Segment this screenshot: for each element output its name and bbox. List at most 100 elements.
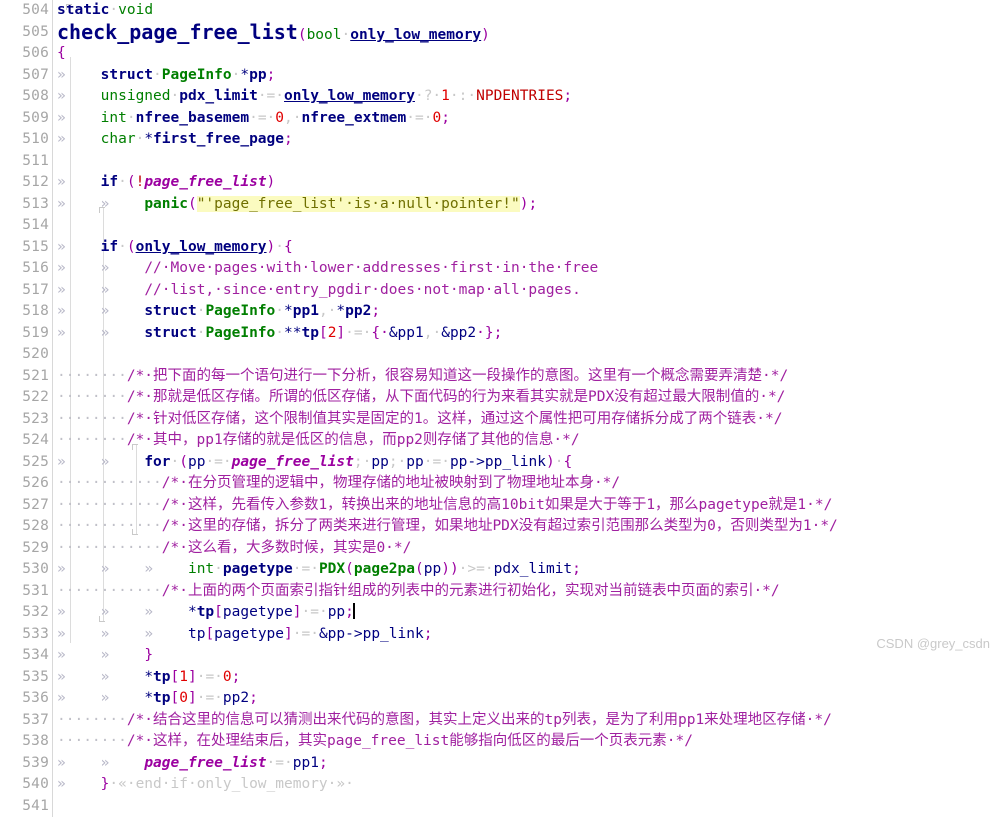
line-number: 540 xyxy=(0,774,52,796)
code-line[interactable]: 516 » » //·Move·pages·with·lower·address… xyxy=(0,258,1002,280)
token-variable: pp xyxy=(188,454,205,470)
line-content: » if·(!page_free_list) xyxy=(53,172,1002,194)
token-address-of: &pp2 xyxy=(441,325,476,341)
code-line[interactable]: 504 static·void xyxy=(0,0,1002,22)
token-type: bool xyxy=(307,27,342,43)
tab-marker: » xyxy=(101,325,110,341)
code-line[interactable]: 528 ············/*·这里的存储，拆分了两类来进行管理，如果地址… xyxy=(0,516,1002,538)
token-comment: /*·那就是低区存储。所谓的低区存储，从下面代码的行为来看其实就是PDX没有超过… xyxy=(127,389,786,405)
token-assign: ·=· xyxy=(197,690,223,706)
line-number: 537 xyxy=(0,710,52,732)
code-line[interactable]: 511 xyxy=(0,151,1002,173)
token-variable: nfree_extmem xyxy=(302,110,407,126)
line-content: » }·«·end·if·only_low_memory·»· xyxy=(53,774,1002,796)
code-line[interactable]: 539 » » page_free_list·=·pp1; xyxy=(0,753,1002,775)
space-marker: · xyxy=(275,239,284,255)
token-assign: ·=· xyxy=(424,454,450,470)
token-semicolon: ; xyxy=(267,67,276,83)
token-assign: ·=· xyxy=(249,110,275,126)
fold-marker-function[interactable] xyxy=(66,4,72,10)
code-line[interactable]: 507 » struct·PageInfo·*pp; xyxy=(0,65,1002,87)
code-line[interactable]: 506 { xyxy=(0,43,1002,65)
code-line[interactable]: 538 ········/*·这样，在处理结束后，其实page_free_lis… xyxy=(0,731,1002,753)
token-variable: pagetype xyxy=(223,604,293,620)
token-keyword: static xyxy=(57,2,109,18)
token-keyword: struct xyxy=(101,67,153,83)
code-line[interactable]: 526 ············/*·在分页管理的逻辑中，物理存储的地址被映射到… xyxy=(0,473,1002,495)
fold-end-marker-if[interactable] xyxy=(99,616,105,622)
line-number: 513 xyxy=(0,194,52,216)
token-assign: ·=· xyxy=(258,88,284,104)
code-line[interactable]: 527 ············/*·这样，先看传入参数1，转换出来的地址信息的… xyxy=(0,495,1002,517)
tab-marker: » xyxy=(57,239,66,255)
fold-end-marker-for[interactable] xyxy=(132,529,138,535)
token-brace: { xyxy=(563,454,572,470)
code-line[interactable]: 517 » » //·list,·since·entry_pgdir·does·… xyxy=(0,280,1002,302)
code-line[interactable]: 512 » if·(!page_free_list) xyxy=(0,172,1002,194)
code-line[interactable]: 505 check_page_free_list(bool·only_low_m… xyxy=(0,22,1002,44)
token-function-call: panic xyxy=(144,196,188,212)
token-brace: { xyxy=(284,239,293,255)
code-line[interactable]: 533 » » » tp[pagetype]·=·&pp->pp_link; xyxy=(0,624,1002,646)
code-editor[interactable]: 504 static·void 505 check_page_free_list… xyxy=(0,0,1002,659)
code-line[interactable]: 515 » if·(only_low_memory)·{ xyxy=(0,237,1002,259)
tab-marker: » xyxy=(57,626,66,642)
code-line[interactable]: 529 ············/*·这么看，大多数时候，其实是0·*/ xyxy=(0,538,1002,560)
token-semicolon: ;· xyxy=(354,454,371,470)
code-line[interactable]: 522 ········/*·那就是低区存储。所谓的低区存储，从下面代码的行为来… xyxy=(0,387,1002,409)
tab-marker: » xyxy=(144,626,153,642)
code-line[interactable]: 519 » » struct·PageInfo·**tp[2]·=·{·&pp1… xyxy=(0,323,1002,345)
token-keyword: if xyxy=(101,239,118,255)
line-number: 527 xyxy=(0,495,52,517)
line-content: ········/*·把下面的每一个语句进行一下分析，很容易知道这一段操作的意图… xyxy=(53,366,1002,388)
code-line[interactable]: 523 ········/*·针对低区存储，这个限制值其实是固定的1。这样，通过… xyxy=(0,409,1002,431)
tab-marker: » xyxy=(57,325,66,341)
space-marker: ········ xyxy=(57,411,127,427)
line-number: 539 xyxy=(0,753,52,775)
code-line[interactable]: 520 xyxy=(0,344,1002,366)
code-line[interactable]: 514 xyxy=(0,215,1002,237)
code-line[interactable]: 525 » » for·(pp·=·page_free_list;·pp;·pp… xyxy=(0,452,1002,474)
token-member-access: pp->pp_link xyxy=(450,454,546,470)
line-content: ············/*·上面的两个页面索引指针组成的列表中的元素进行初始化… xyxy=(53,581,1002,603)
code-line[interactable]: 518 » » struct·PageInfo·*pp1,·*pp2; xyxy=(0,301,1002,323)
code-line[interactable]: 521 ········/*·把下面的每一个语句进行一下分析，很容易知道这一段操… xyxy=(0,366,1002,388)
code-line[interactable]: 531 ············/*·上面的两个页面索引指针组成的列表中的元素进… xyxy=(0,581,1002,603)
token-semicolon: ; xyxy=(441,110,450,126)
code-line[interactable]: 534 » » } xyxy=(0,645,1002,667)
fold-marker-for[interactable] xyxy=(132,444,138,450)
text-cursor xyxy=(353,603,355,619)
tab-marker: » xyxy=(101,669,110,685)
token-bracket: [ xyxy=(171,669,180,685)
token-typename: PageInfo xyxy=(205,303,275,319)
code-line[interactable]: 540 » }·«·end·if·only_low_memory·»· xyxy=(0,774,1002,796)
line-number: 505 xyxy=(0,22,52,44)
code-line[interactable]: 541 xyxy=(0,796,1002,817)
token-number: 0 xyxy=(432,110,441,126)
tab-marker: » xyxy=(57,669,66,685)
line-number: 528 xyxy=(0,516,52,538)
code-line[interactable]: 524 ········/*·其中，pp1存储的就是低区的信息，而pp2则存储了… xyxy=(0,430,1002,452)
code-line[interactable]: 536 » » *tp[0]·=·pp2; xyxy=(0,688,1002,710)
code-line[interactable]: 532 » » » *tp[pagetype]·=·pp; xyxy=(0,602,1002,624)
line-content: » » *tp[1]·=·0; xyxy=(53,667,1002,689)
code-line[interactable]: 508 » unsigned·pdx_limit·=·only_low_memo… xyxy=(0,86,1002,108)
tab-marker: » xyxy=(101,260,110,276)
token-paren: ( xyxy=(179,454,188,470)
token-brace: {· xyxy=(371,325,388,341)
token-comma: ,· xyxy=(424,325,441,341)
token-assign: ·=· xyxy=(293,561,319,577)
code-line[interactable]: 530 » » » int·pagetype·=·PDX(page2pa(pp)… xyxy=(0,559,1002,581)
code-line[interactable]: 509 » int·nfree_basemem·=·0,·nfree_extme… xyxy=(0,108,1002,130)
token-assign: ·=· xyxy=(293,626,319,642)
fold-marker-if[interactable] xyxy=(99,207,105,213)
code-line[interactable]: 513 » » panic("'page_free_list'·is·a·nul… xyxy=(0,194,1002,216)
line-content: static·void xyxy=(53,0,1002,22)
line-number: 520 xyxy=(0,344,52,366)
code-line[interactable]: 537 ········/*·结合这里的信息可以猜测出来代码的意图，其实上定义出… xyxy=(0,710,1002,732)
code-line[interactable]: 535 » » *tp[1]·=·0; xyxy=(0,667,1002,689)
line-number: 535 xyxy=(0,667,52,689)
code-line[interactable]: 510 » char·*first_free_page; xyxy=(0,129,1002,151)
line-number: 518 xyxy=(0,301,52,323)
line-content: ············/*·这里的存储，拆分了两类来进行管理，如果地址PDX没… xyxy=(53,516,1002,538)
